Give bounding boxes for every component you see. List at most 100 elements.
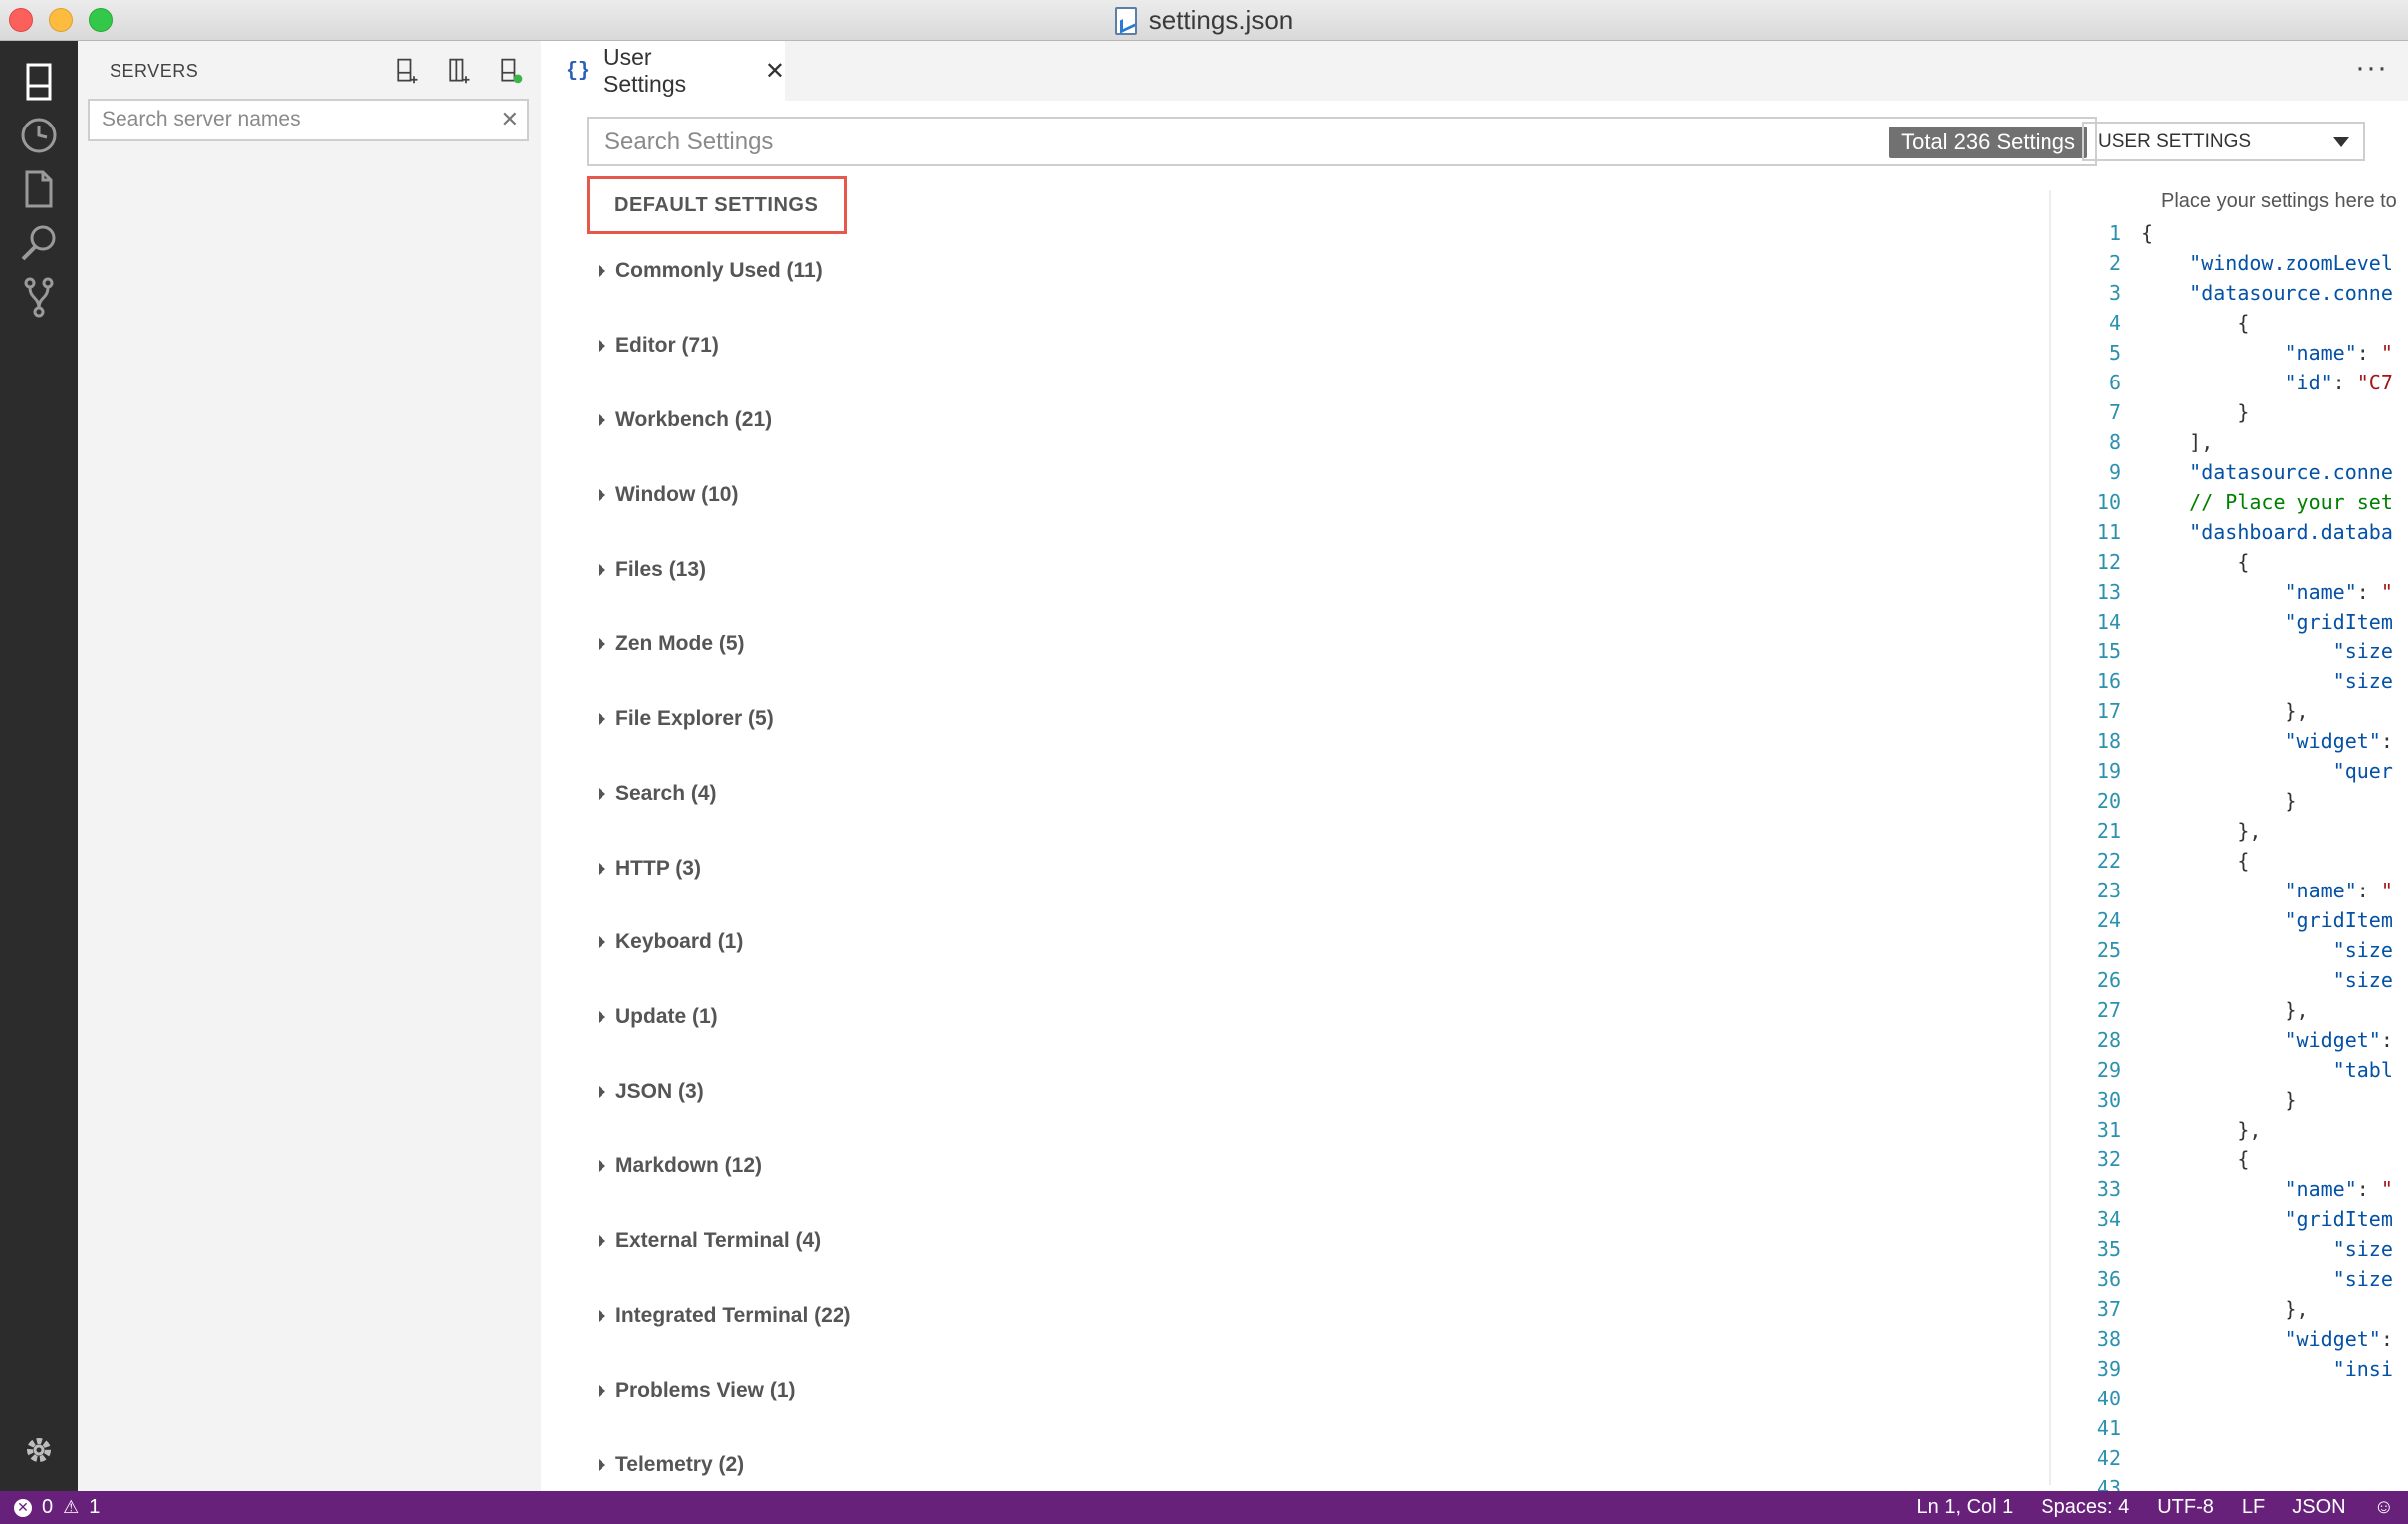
feedback-smiley-icon[interactable]: ☺ bbox=[2374, 1496, 2394, 1519]
cursor-position[interactable]: Ln 1, Col 1 bbox=[1917, 1496, 2014, 1519]
code-line: 6 "id": "C7 bbox=[2051, 368, 2408, 397]
settings-group-label: Window (10) bbox=[615, 483, 739, 507]
status-bar: ✕ 0 ⚠ 1 Ln 1, Col 1 Spaces: 4 UTF-8 LF J… bbox=[0, 1491, 2408, 1524]
new-server-group-icon[interactable] bbox=[443, 55, 475, 87]
code-text: }, bbox=[2141, 819, 2262, 843]
code-text: // Place your set bbox=[2141, 490, 2393, 514]
code-text: "size bbox=[2332, 639, 2393, 663]
title-bar: settings.json bbox=[0, 0, 2408, 41]
error-icon: ✕ bbox=[14, 1498, 32, 1517]
language-mode[interactable]: JSON bbox=[2292, 1496, 2345, 1519]
code-line: 33 "name": " bbox=[2051, 1174, 2408, 1204]
line-number: 23 bbox=[2096, 879, 2121, 902]
line-number: 2 bbox=[2108, 251, 2121, 275]
settings-group[interactable]: Window (10) bbox=[599, 458, 851, 533]
settings-group-label: External Terminal (4) bbox=[615, 1229, 822, 1253]
code-line: 38 "widget": bbox=[2051, 1324, 2408, 1354]
problems-indicator[interactable]: ✕ 0 ⚠ 1 bbox=[14, 1496, 100, 1519]
default-settings-pane: DEFAULT SETTINGS Commonly Used (11) Edito… bbox=[587, 176, 2050, 1491]
settings-group[interactable]: JSON (3) bbox=[599, 1055, 851, 1130]
warning-icon: ⚠ bbox=[63, 1497, 80, 1517]
code-text: "name": " bbox=[2285, 580, 2393, 604]
line-number: 6 bbox=[2108, 371, 2121, 394]
settings-group[interactable]: Problems View (1) bbox=[599, 1353, 851, 1427]
explorer-icon[interactable] bbox=[14, 164, 64, 214]
code-text: { bbox=[2141, 849, 2250, 873]
settings-group[interactable]: HTTP (3) bbox=[599, 831, 851, 905]
settings-group[interactable]: Integrated Terminal (22) bbox=[599, 1278, 851, 1353]
clear-search-icon[interactable]: ✕ bbox=[501, 109, 519, 130]
code-text: "size bbox=[2332, 968, 2393, 992]
settings-group[interactable]: Workbench (21) bbox=[599, 383, 851, 458]
line-number: 43 bbox=[2096, 1476, 2121, 1491]
line-number: 18 bbox=[2096, 729, 2121, 753]
settings-group[interactable]: Editor (71) bbox=[599, 309, 851, 383]
server-search-input[interactable]: Search server names ✕ bbox=[88, 99, 529, 141]
settings-gear-icon[interactable] bbox=[14, 1425, 64, 1475]
source-control-icon[interactable] bbox=[14, 272, 64, 322]
line-number: 40 bbox=[2096, 1387, 2121, 1410]
line-number: 13 bbox=[2096, 580, 2121, 604]
line-number: 39 bbox=[2096, 1357, 2121, 1381]
settings-search-input[interactable]: Search Settings Total 236 Settings bbox=[587, 117, 2097, 166]
expand-triangle-icon bbox=[599, 1160, 605, 1173]
settings-group[interactable]: Markdown (12) bbox=[599, 1130, 851, 1204]
encoding[interactable]: UTF-8 bbox=[2157, 1496, 2214, 1519]
settings-group-label: JSON (3) bbox=[615, 1080, 704, 1104]
expand-triangle-icon bbox=[599, 787, 605, 800]
line-number: 22 bbox=[2096, 849, 2121, 873]
settings-group-label: Search (4) bbox=[615, 781, 717, 805]
settings-group-label: Telemetry (2) bbox=[615, 1452, 745, 1476]
more-actions-icon[interactable]: ··· bbox=[2355, 51, 2388, 85]
end-of-line[interactable]: LF bbox=[2242, 1496, 2265, 1519]
line-number: 9 bbox=[2108, 460, 2121, 484]
settings-json-editor[interactable]: 1{2 "window.zoomLevel 3 "datasource.conne… bbox=[2051, 218, 2408, 1491]
settings-group[interactable]: Update (1) bbox=[599, 980, 851, 1055]
tab-user-settings[interactable]: {} User Settings ✕ bbox=[541, 41, 785, 101]
new-connection-icon[interactable] bbox=[391, 55, 423, 87]
settings-group-label: File Explorer (5) bbox=[615, 706, 774, 730]
line-number: 37 bbox=[2096, 1297, 2121, 1321]
settings-group[interactable]: File Explorer (5) bbox=[599, 681, 851, 756]
code-line: 13 "name": " bbox=[2051, 577, 2408, 607]
code-text: "datasource.conne bbox=[2189, 281, 2393, 305]
tab-label: User Settings bbox=[603, 44, 687, 97]
code-text: }, bbox=[2141, 1118, 2262, 1142]
line-number: 11 bbox=[2096, 520, 2121, 544]
active-connections-icon[interactable] bbox=[495, 55, 527, 87]
expand-triangle-icon bbox=[599, 340, 605, 353]
settings-group[interactable]: Files (13) bbox=[599, 533, 851, 608]
line-number: 31 bbox=[2096, 1118, 2121, 1142]
line-number: 5 bbox=[2108, 341, 2121, 365]
chevron-down-icon bbox=[2333, 137, 2349, 147]
settings-group[interactable]: External Terminal (4) bbox=[599, 1204, 851, 1279]
line-number: 33 bbox=[2096, 1177, 2121, 1201]
line-number: 12 bbox=[2096, 550, 2121, 574]
expand-triangle-icon bbox=[599, 936, 605, 949]
code-text: "tabl bbox=[2332, 1058, 2393, 1082]
line-number: 42 bbox=[2096, 1446, 2121, 1470]
indentation[interactable]: Spaces: 4 bbox=[2041, 1496, 2129, 1519]
code-text: "gridItem bbox=[2285, 1207, 2393, 1231]
code-line: 35 "size bbox=[2051, 1234, 2408, 1264]
code-line: 27 }, bbox=[2051, 995, 2408, 1025]
settings-group[interactable]: Search (4) bbox=[599, 756, 851, 831]
code-text: } bbox=[2141, 789, 2297, 813]
expand-triangle-icon bbox=[599, 1011, 605, 1024]
vscode-file-icon bbox=[1114, 6, 1137, 35]
code-line: 9 "datasource.conne bbox=[2051, 457, 2408, 487]
servers-icon[interactable] bbox=[14, 57, 64, 107]
settings-group[interactable]: Commonly Used (11) bbox=[599, 234, 851, 309]
code-text: ], bbox=[2141, 430, 2214, 454]
code-line: 31 }, bbox=[2051, 1115, 2408, 1144]
code-text: "insi bbox=[2332, 1357, 2393, 1381]
history-icon[interactable] bbox=[14, 111, 64, 160]
code-text: { bbox=[2141, 311, 2250, 335]
settings-group[interactable]: Keyboard (1) bbox=[599, 905, 851, 980]
settings-group-label: Integrated Terminal (22) bbox=[615, 1303, 851, 1327]
close-tab-icon[interactable]: ✕ bbox=[765, 57, 785, 86]
settings-scope-select[interactable]: USER SETTINGS bbox=[2082, 122, 2365, 161]
settings-group[interactable]: Zen Mode (5) bbox=[599, 607, 851, 681]
code-text: } bbox=[2141, 1088, 2297, 1112]
search-icon[interactable] bbox=[14, 218, 64, 268]
